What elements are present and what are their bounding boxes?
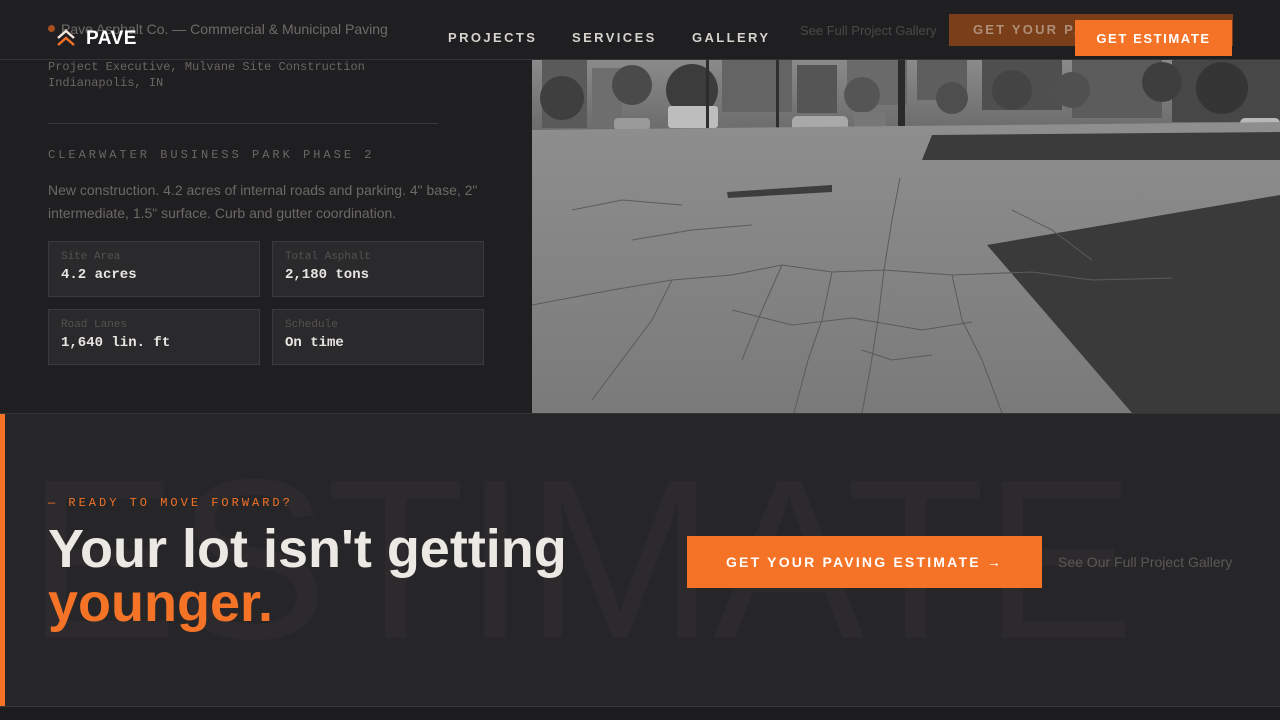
top-navigation: PAVE PROJECTS SERVICES GALLERY See Full … — [0, 0, 1280, 60]
chevron-up-icon — [57, 29, 75, 46]
headline-line: Your lot isn't getting — [48, 519, 567, 579]
divider — [48, 123, 438, 124]
stat-label: Total Asphalt — [285, 251, 371, 263]
stat-value: 2,180 tons — [285, 267, 370, 283]
stat-road-lanes: Road Lanes 1,640 lin. ft — [48, 309, 260, 365]
accent-bar — [0, 414, 5, 706]
stat-label: Road Lanes — [61, 319, 128, 331]
cta-eyebrow: — READY TO MOVE FORWARD? — [48, 496, 293, 510]
cta-section: ESTIMATE — READY TO MOVE FORWARD? Your l… — [0, 413, 1280, 707]
stat-value: On time — [285, 335, 344, 351]
cta-headline: Your lot isn't getting younger. — [48, 522, 567, 630]
stat-total-asphalt: Total Asphalt 2,180 tons — [272, 241, 484, 297]
get-estimate-button[interactable]: GET ESTIMATE — [1075, 20, 1232, 56]
stat-value: 4.2 acres — [61, 267, 137, 283]
stat-label: Site Area — [61, 251, 121, 263]
role-title: Project Executive, Mulvane Site Construc… — [48, 60, 365, 74]
nav-link-gallery[interactable]: GALLERY — [692, 30, 770, 45]
stat-label: Schedule — [285, 319, 338, 331]
logo[interactable]: PAVE — [56, 28, 137, 50]
headline-accent: younger. — [48, 573, 274, 633]
project-description: New construction. 4.2 acres of internal … — [48, 182, 478, 221]
stat-schedule: Schedule On time — [272, 309, 484, 365]
stat-value: 1,640 lin. ft — [61, 335, 171, 351]
ghost-gallery-link: See Full Project Gallery — [800, 23, 937, 38]
footer-strip — [0, 707, 1280, 720]
get-paving-estimate-button[interactable]: GET YOUR PAVING ESTIMATE → — [687, 536, 1042, 588]
nav-link-services[interactable]: SERVICES — [572, 30, 657, 45]
client-role: Project Executive, Mulvane Site Construc… — [48, 59, 365, 91]
logo-text: PAVE — [86, 28, 137, 49]
stat-site-area: Site Area 4.2 acres — [48, 241, 260, 297]
project-section: Pave Asphalt Co. — Commercial & Municipa… — [0, 0, 1280, 413]
parking-lot-photo — [532, 60, 1280, 413]
project-photo — [532, 60, 1280, 413]
role-location: Indianapolis, IN — [48, 76, 164, 90]
project-title: CLEARWATER BUSINESS PARK PHASE 2 — [48, 148, 375, 162]
project-details: Pave Asphalt Co. — Commercial & Municipa… — [0, 0, 532, 413]
project-gallery-link[interactable]: See Our Full Project Gallery — [1058, 554, 1232, 570]
nav-link-projects[interactable]: PROJECTS — [448, 30, 537, 45]
